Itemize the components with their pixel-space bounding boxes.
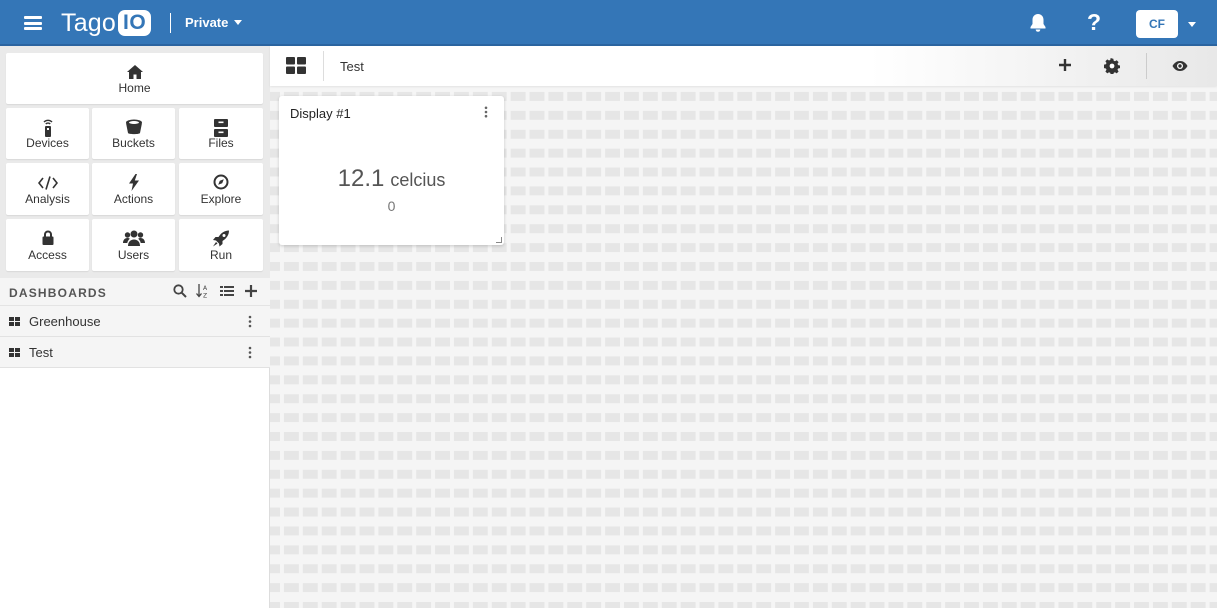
more-options-icon[interactable]: [484, 106, 488, 118]
sidebar-tile-access[interactable]: Access: [6, 219, 89, 271]
device-icon: [42, 119, 53, 137]
sidebar-tile-actions[interactable]: Actions: [92, 163, 175, 215]
bucket-icon: [125, 119, 142, 135]
widget-value: 12.1: [337, 165, 385, 192]
help-icon[interactable]: ?: [1086, 9, 1102, 35]
sidebar-tile-explore[interactable]: Explore: [179, 163, 263, 215]
home-icon: [126, 65, 143, 79]
more-options-icon[interactable]: [248, 315, 252, 328]
brand-text: Tago: [61, 8, 117, 37]
sidebar-tile-users[interactable]: Users: [92, 219, 175, 271]
lock-icon: [42, 230, 53, 245]
widget-title: Display #1: [290, 106, 351, 121]
add-widget-icon[interactable]: [1058, 58, 1072, 72]
sidebar-tile-buckets[interactable]: Buckets: [92, 108, 175, 159]
tile-label: Actions: [113, 192, 154, 206]
rocket-icon: [213, 230, 229, 247]
dashboard-grid-icon: [9, 348, 20, 357]
top-navbar: Tago IO Private ? CF: [0, 0, 1217, 46]
bell-icon[interactable]: [1029, 13, 1047, 33]
widget-subvalue: 0: [387, 198, 396, 214]
tile-label: Devices: [26, 136, 69, 150]
account-scope-label: Private: [185, 15, 229, 30]
chevron-down-icon: [234, 20, 243, 25]
hamburger-menu-icon[interactable]: [24, 16, 42, 30]
dashboard-item-greenhouse[interactable]: Greenhouse: [0, 306, 270, 337]
tagoio-logo[interactable]: Tago IO: [61, 6, 152, 40]
dashboards-title: DASHBOARDS: [9, 286, 108, 300]
bolt-icon: [128, 174, 139, 191]
brand-badge: IO: [118, 10, 152, 36]
dashboards-header: DASHBOARDS A Z: [0, 278, 270, 306]
sidebar: Home Devices Buckets Files Analysis Acti…: [0, 46, 270, 608]
tile-label: Analysis: [25, 192, 70, 206]
tile-label: Home: [118, 81, 151, 95]
sidebar-tile-devices[interactable]: Devices: [6, 108, 89, 159]
tile-label: Explore: [200, 192, 242, 206]
list-view-icon[interactable]: [220, 284, 234, 298]
more-options-icon[interactable]: [248, 346, 252, 359]
logo-divider: [170, 13, 171, 33]
chevron-down-icon[interactable]: [1188, 22, 1196, 27]
dashboard-item-label: Test: [29, 345, 53, 360]
resize-handle[interactable]: [496, 237, 502, 243]
display-widget[interactable]: Display #1 12.1 celcius 0: [279, 96, 504, 245]
dashboard-grid-icon[interactable]: [286, 57, 306, 74]
dashboard-item-test[interactable]: Test: [0, 337, 270, 368]
sidebar-tile-files[interactable]: Files: [179, 108, 263, 159]
search-icon[interactable]: [173, 284, 187, 298]
dashboard-item-label: Greenhouse: [29, 314, 101, 329]
sidebar-tiles: Home Devices Buckets Files Analysis Acti…: [0, 46, 270, 278]
dashboard-grid-icon: [9, 317, 20, 326]
files-icon: [214, 119, 228, 137]
tile-label: Users: [117, 248, 150, 262]
widget-value-display: 12.1 celcius: [279, 165, 504, 193]
sidebar-tile-analysis[interactable]: Analysis: [6, 163, 89, 215]
tile-label: Access: [28, 248, 67, 262]
users-icon: [122, 230, 145, 246]
svg-text:A: A: [203, 285, 208, 292]
tile-label: Files: [208, 136, 234, 150]
tile-label: Run: [209, 248, 232, 262]
dashboard-canvas: Test Display #1 12.1 celcius 0: [270, 46, 1217, 608]
add-dashboard-icon[interactable]: [244, 284, 258, 298]
gear-icon[interactable]: [1104, 58, 1120, 74]
eye-icon[interactable]: [1172, 60, 1188, 72]
dashboard-title: Test: [340, 59, 364, 74]
widget-unit: celcius: [390, 170, 446, 190]
sidebar-tile-run[interactable]: Run: [179, 219, 263, 271]
sidebar-tile-home[interactable]: Home: [6, 53, 263, 104]
toolbar-divider: [323, 51, 324, 81]
tile-label: Buckets: [112, 136, 155, 150]
code-icon: [37, 176, 58, 190]
user-avatar[interactable]: CF: [1136, 10, 1178, 38]
dashboard-toolbar: Test: [270, 46, 1217, 86]
sort-alpha-icon[interactable]: A Z: [196, 284, 210, 298]
account-scope-dropdown[interactable]: Private: [185, 15, 243, 30]
compass-icon: [213, 174, 229, 190]
svg-text:Z: Z: [203, 293, 207, 299]
toolbar-divider: [1146, 53, 1147, 79]
